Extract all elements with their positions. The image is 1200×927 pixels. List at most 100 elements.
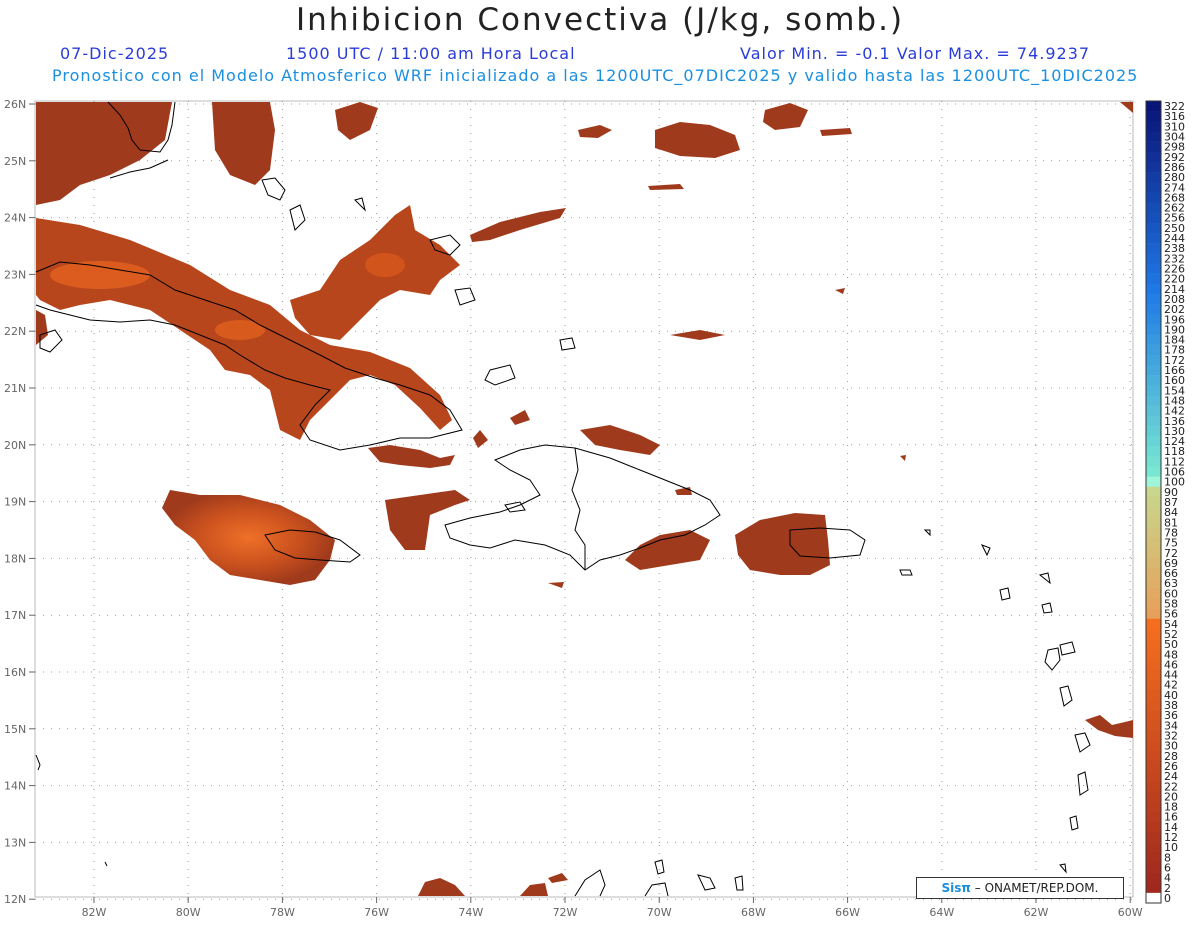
colorbar-swatch bbox=[1146, 527, 1161, 538]
colorbar-swatch bbox=[1146, 740, 1161, 752]
lon-label: 64W bbox=[929, 906, 954, 919]
lat-label: 13N bbox=[4, 836, 26, 849]
colorbar-swatch bbox=[1146, 547, 1161, 559]
lat-label: 14N bbox=[4, 780, 26, 793]
colorbar-swatch bbox=[1146, 456, 1161, 467]
colorbar-swatch bbox=[1146, 578, 1161, 589]
colorbar-swatch bbox=[1146, 101, 1161, 112]
colorbar-swatch bbox=[1146, 760, 1161, 772]
colorbar-swatch bbox=[1146, 293, 1161, 305]
colorbar-swatch bbox=[1146, 364, 1161, 376]
colorbar-swatch bbox=[1146, 395, 1161, 406]
colorbar-swatch bbox=[1146, 750, 1161, 762]
colorbar-swatch bbox=[1146, 496, 1161, 508]
lat-label: 26N bbox=[4, 98, 26, 111]
colorbar-swatch bbox=[1146, 689, 1161, 701]
sispi-logo: Sisπ bbox=[941, 881, 971, 895]
colorbar-swatch bbox=[1146, 161, 1161, 173]
colorbar-swatch bbox=[1146, 710, 1161, 721]
colorbar-swatch bbox=[1146, 669, 1161, 680]
colorbar-swatch bbox=[1146, 588, 1161, 599]
lat-label: 22N bbox=[4, 325, 26, 338]
colorbar-swatch bbox=[1146, 862, 1161, 873]
colorbar-swatch bbox=[1146, 781, 1161, 792]
colorbar-swatch bbox=[1146, 628, 1161, 640]
lat-label: 12N bbox=[4, 893, 26, 906]
colorbar-swatch bbox=[1146, 283, 1161, 295]
colorbar-swatch bbox=[1146, 121, 1161, 132]
colorbar-swatch bbox=[1146, 517, 1161, 528]
colorbar-swatch bbox=[1146, 436, 1161, 447]
colorbar-swatch bbox=[1146, 811, 1161, 823]
colorbar-swatch bbox=[1146, 263, 1161, 274]
lon-label: 74W bbox=[458, 906, 483, 919]
colorbar-swatch bbox=[1146, 344, 1161, 356]
lat-label: 16N bbox=[4, 666, 26, 679]
colorbar-swatch bbox=[1146, 131, 1161, 142]
colorbar-swatch bbox=[1146, 405, 1161, 417]
colorbar-swatch bbox=[1146, 476, 1161, 488]
colorbar-swatch bbox=[1146, 720, 1161, 731]
lon-label: 60W bbox=[1118, 906, 1143, 919]
colorbar-swatch bbox=[1146, 141, 1161, 153]
cin-hotspot-cuba bbox=[50, 261, 150, 289]
colorbar-swatch bbox=[1146, 172, 1161, 183]
colorbar-swatch bbox=[1146, 821, 1161, 833]
cin-hotspot-bahamas bbox=[365, 253, 405, 277]
colorbar-swatch bbox=[1146, 882, 1161, 894]
colorbar-swatch bbox=[1146, 699, 1161, 711]
colorbar-swatch bbox=[1146, 791, 1161, 802]
colorbar-swatch bbox=[1146, 222, 1161, 234]
colorbar-swatch bbox=[1146, 425, 1161, 437]
colorbar-swatch bbox=[1146, 730, 1161, 741]
colorbar: 3223163103042982922862802742682622562502… bbox=[1145, 100, 1185, 905]
colorbar-swatch bbox=[1146, 446, 1161, 457]
colorbar-swatch bbox=[1146, 182, 1161, 193]
colorbar-swatch bbox=[1146, 354, 1161, 366]
lon-label: 66W bbox=[835, 906, 860, 919]
colorbar-swatch bbox=[1146, 111, 1161, 122]
lat-label: 17N bbox=[4, 609, 26, 622]
colorbar-swatch bbox=[1146, 557, 1161, 569]
map-panel: 26N 25N 24N 23N 22N 21N 20N 19N 18N 17N 16N 15N 14N 1… bbox=[4, 98, 1185, 919]
colorbar-swatch bbox=[1146, 659, 1161, 670]
colorbar-swatch bbox=[1146, 679, 1161, 691]
credit-org: – ONAMET/REP.DOM. bbox=[974, 881, 1099, 895]
colorbar-swatch bbox=[1146, 618, 1161, 630]
colorbar-swatch bbox=[1146, 872, 1161, 883]
lat-label: 15N bbox=[4, 723, 26, 736]
colorbar-label: 0 bbox=[1164, 892, 1171, 905]
colorbar-swatch bbox=[1146, 486, 1161, 498]
colorbar-swatch bbox=[1146, 892, 1161, 904]
colorbar-swatch bbox=[1146, 415, 1161, 427]
colorbar-swatch bbox=[1146, 273, 1161, 285]
lon-label: 72W bbox=[553, 906, 578, 919]
colorbar-swatch bbox=[1146, 466, 1161, 477]
lon-label: 68W bbox=[741, 906, 766, 919]
colorbar-swatch bbox=[1146, 253, 1161, 264]
lon-label: 70W bbox=[647, 906, 672, 919]
lat-label: 24N bbox=[4, 212, 26, 225]
lat-label: 20N bbox=[4, 439, 26, 452]
lon-label: 76W bbox=[364, 906, 389, 919]
lat-label: 21N bbox=[4, 382, 26, 395]
colorbar-swatch bbox=[1146, 567, 1161, 579]
colorbar-swatch bbox=[1146, 507, 1161, 518]
colorbar-swatch bbox=[1146, 385, 1161, 396]
lat-label: 19N bbox=[4, 496, 26, 509]
colorbar-swatch bbox=[1146, 192, 1161, 203]
colorbar-swatch bbox=[1146, 852, 1161, 863]
lon-label: 80W bbox=[176, 906, 201, 919]
colorbar-swatch bbox=[1146, 608, 1161, 620]
colorbar-swatch bbox=[1146, 537, 1161, 548]
lon-label: 62W bbox=[1024, 906, 1049, 919]
colorbar-swatch bbox=[1146, 314, 1161, 325]
colorbar-swatch bbox=[1146, 801, 1161, 812]
colorbar-swatch bbox=[1146, 771, 1161, 782]
colorbar-swatch bbox=[1146, 639, 1161, 650]
lat-label: 23N bbox=[4, 268, 26, 281]
colorbar-swatch bbox=[1146, 324, 1161, 335]
colorbar-swatch bbox=[1146, 334, 1161, 345]
colorbar-swatch bbox=[1146, 232, 1161, 244]
lon-label: 82W bbox=[82, 906, 107, 919]
